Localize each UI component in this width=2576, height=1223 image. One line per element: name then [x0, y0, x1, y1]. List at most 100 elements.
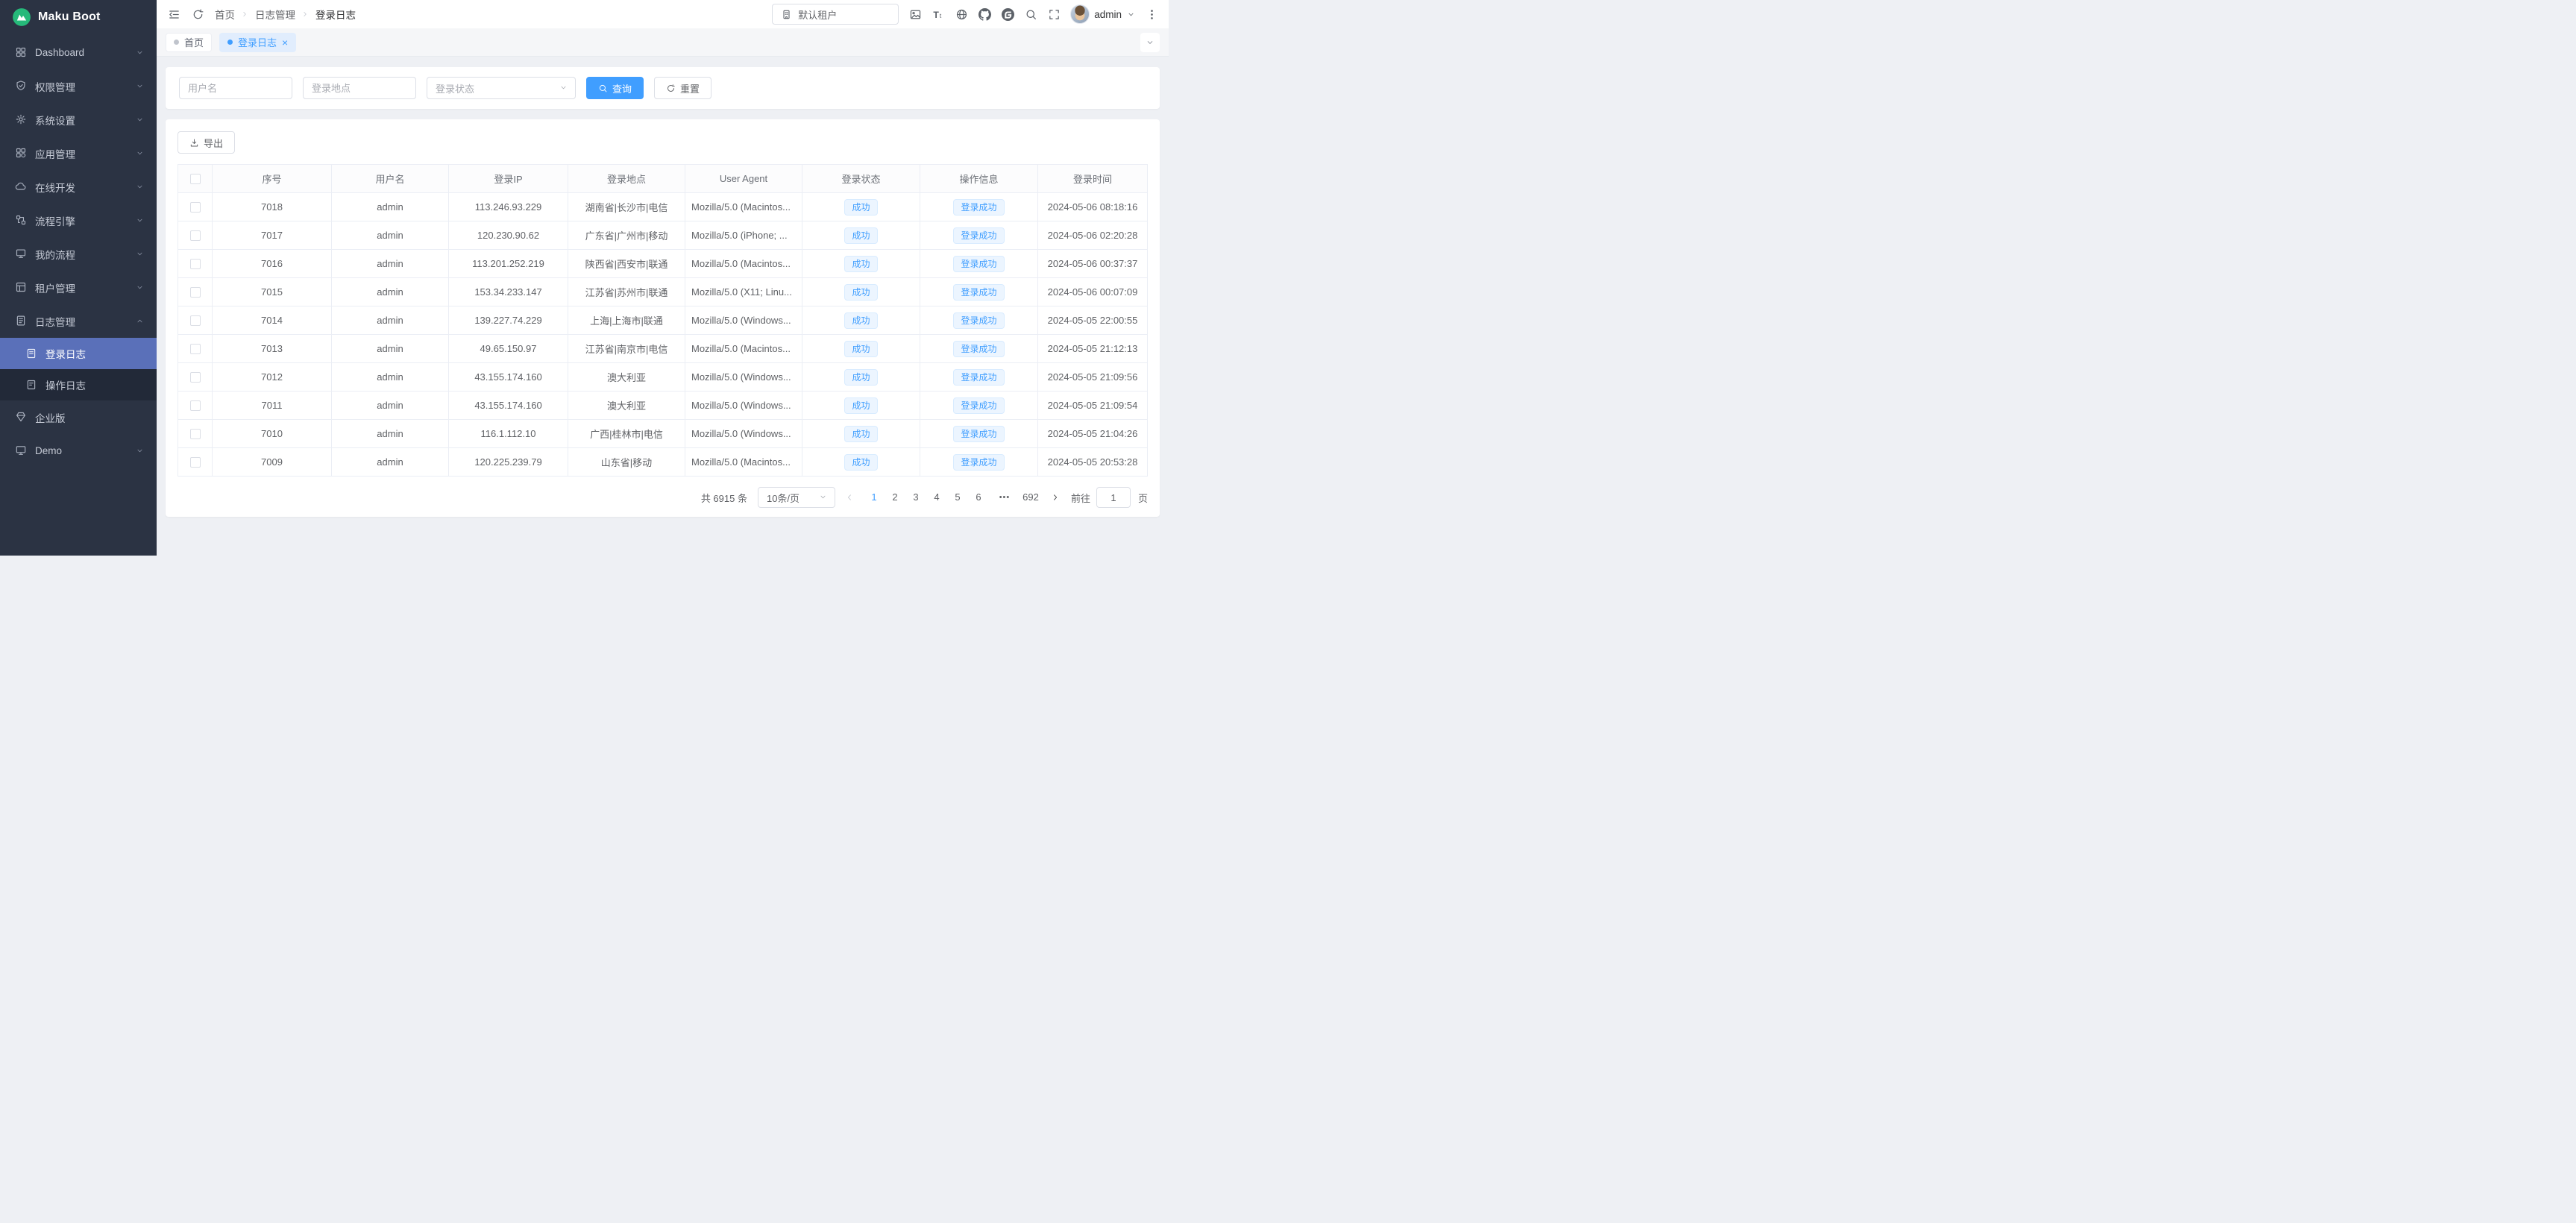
tab-close-icon[interactable]: × [282, 37, 288, 48]
tab-dot [174, 40, 179, 45]
login-location-input[interactable] [303, 77, 416, 99]
app-root: Maku Boot Dashboard 权限管理系统设置应用管理在线开发流程引擎我… [0, 0, 1169, 556]
breadcrumb-log-management[interactable]: 日志管理 [255, 7, 295, 22]
col-id: 序号 [213, 165, 332, 193]
operation-badge: 登录成功 [953, 227, 1004, 244]
brand[interactable]: Maku Boot [0, 0, 157, 34]
cell-user-agent: Mozilla/5.0 (Macintos... [685, 250, 802, 278]
page-button-5[interactable]: 5 [947, 487, 968, 508]
status-badge: 成功 [844, 341, 877, 357]
tab-login-log[interactable]: 登录日志 × [219, 33, 296, 52]
sidebar-item-online-dev[interactable]: 在线开发 [0, 170, 157, 204]
cell-login-status: 成功 [802, 193, 920, 221]
chevron-down-icon [819, 493, 828, 502]
row-checkbox[interactable] [190, 400, 201, 411]
settings-kebab-icon[interactable] [1145, 7, 1158, 21]
next-page-button[interactable] [1047, 487, 1064, 508]
chevron-down-icon [136, 183, 145, 192]
sidebar-subitem-operation-log[interactable]: 操作日志 [0, 369, 157, 400]
main-area: 首页 日志管理 登录日志 默认租户 Tt [157, 0, 1169, 556]
sidebar-item-workflow[interactable]: 流程引擎 [0, 204, 157, 237]
sidebar-item-app[interactable]: 应用管理 [0, 136, 157, 170]
chevron-down-icon [136, 216, 145, 225]
cell-login-location: 上海|上海市|联通 [568, 306, 685, 335]
cell-id: 7015 [213, 278, 332, 306]
github-icon[interactable] [978, 7, 991, 21]
login-status-select[interactable]: 登录状态 [427, 77, 576, 99]
row-checkbox[interactable] [190, 230, 201, 241]
chevron-down-icon [559, 84, 568, 92]
row-checkbox[interactable] [190, 457, 201, 468]
cell-operation: 登录成功 [920, 306, 1038, 335]
menu-fold-icon[interactable] [167, 7, 180, 21]
row-checkbox[interactable] [190, 344, 201, 354]
reset-button[interactable]: 重置 [654, 77, 711, 99]
cell-operation: 登录成功 [920, 250, 1038, 278]
operation-badge: 登录成功 [953, 397, 1004, 414]
breadcrumb-login-log: 登录日志 [315, 7, 356, 22]
status-badge: 成功 [844, 454, 877, 471]
row-checkbox[interactable] [190, 287, 201, 298]
demo-icon [15, 444, 28, 457]
search-button[interactable]: 查询 [586, 77, 644, 99]
sidebar-item-tenant[interactable]: 租户管理 [0, 271, 157, 304]
status-badge: 成功 [844, 256, 877, 272]
sidebar-item-label: Dashboard [35, 47, 128, 58]
cell-user-agent: Mozilla/5.0 (Macintos... [685, 193, 802, 221]
operation-badge: 登录成功 [953, 341, 1004, 357]
tab-home[interactable]: 首页 [166, 33, 212, 52]
language-globe-icon[interactable] [955, 7, 968, 21]
content: 登录状态 查询 重置 导出 [157, 57, 1169, 556]
page-size-select[interactable]: 10条/页 [758, 487, 835, 508]
sidebar-item-demo[interactable]: Demo [0, 434, 157, 468]
page-last[interactable]: 692 [1020, 487, 1041, 508]
sidebar-item-my-flow[interactable]: 我的流程 [0, 237, 157, 271]
sidebar-item-log[interactable]: 日志管理 [0, 304, 157, 338]
building-icon [779, 7, 793, 21]
cell-login-time: 2024-05-05 21:12:13 [1038, 335, 1148, 363]
page-button-6[interactable]: 6 [968, 487, 989, 508]
gitee-icon[interactable] [1001, 7, 1014, 21]
refresh-icon[interactable] [191, 7, 204, 21]
row-checkbox[interactable] [190, 429, 201, 439]
cell-login-location: 江苏省|苏州市|联通 [568, 278, 685, 306]
goto-page-input[interactable] [1096, 487, 1131, 508]
sidebar-subitem-login-log[interactable]: 登录日志 [0, 338, 157, 369]
font-size-icon[interactable]: Tt [932, 7, 945, 21]
chevron-down-icon [136, 250, 145, 259]
tabs-dropdown-icon[interactable] [1140, 33, 1160, 52]
sidebar-item-dashboard[interactable]: Dashboard [0, 36, 157, 69]
row-checkbox[interactable] [190, 202, 201, 213]
select-all-checkbox[interactable] [190, 174, 201, 184]
watermark-icon[interactable] [908, 7, 922, 21]
sidebar-item-permission[interactable]: 权限管理 [0, 69, 157, 103]
cell-login-location: 广东省|广州市|移动 [568, 221, 685, 250]
sidebar-item-label: 我的流程 [35, 247, 128, 262]
fullscreen-icon[interactable] [1047, 7, 1061, 21]
row-checkbox[interactable] [190, 259, 201, 269]
myflow-icon [15, 248, 28, 260]
prev-page-button[interactable] [841, 487, 858, 508]
breadcrumb-home[interactable]: 首页 [215, 7, 235, 22]
global-search-icon[interactable] [1024, 7, 1037, 21]
status-badge: 成功 [844, 426, 877, 442]
cell-login-ip: 120.230.90.62 [449, 221, 568, 250]
page-button-4[interactable]: 4 [926, 487, 947, 508]
sidebar-item-system[interactable]: 系统设置 [0, 103, 157, 136]
table-panel: 导出 序号 用户名 登录IP 登录地点 User [166, 119, 1160, 517]
page-button-3[interactable]: 3 [905, 487, 926, 508]
sidebar-item-label: Demo [35, 445, 128, 456]
page-button-1[interactable]: 1 [864, 487, 885, 508]
user-menu[interactable]: admin [1070, 4, 1135, 24]
page-button-2[interactable]: 2 [885, 487, 905, 508]
row-checkbox[interactable] [190, 372, 201, 383]
sidebar-item-label: 日志管理 [35, 314, 128, 329]
sidebar-item-enterprise[interactable]: 企业版 [0, 400, 157, 434]
export-button[interactable]: 导出 [178, 131, 235, 154]
cell-login-status: 成功 [802, 335, 920, 363]
username-input[interactable] [179, 77, 292, 99]
tenant-select[interactable]: 默认租户 [772, 4, 899, 25]
pages-ellipsis[interactable]: ••• [995, 493, 1014, 502]
brand-name: Maku Boot [38, 10, 101, 24]
row-checkbox[interactable] [190, 315, 201, 326]
